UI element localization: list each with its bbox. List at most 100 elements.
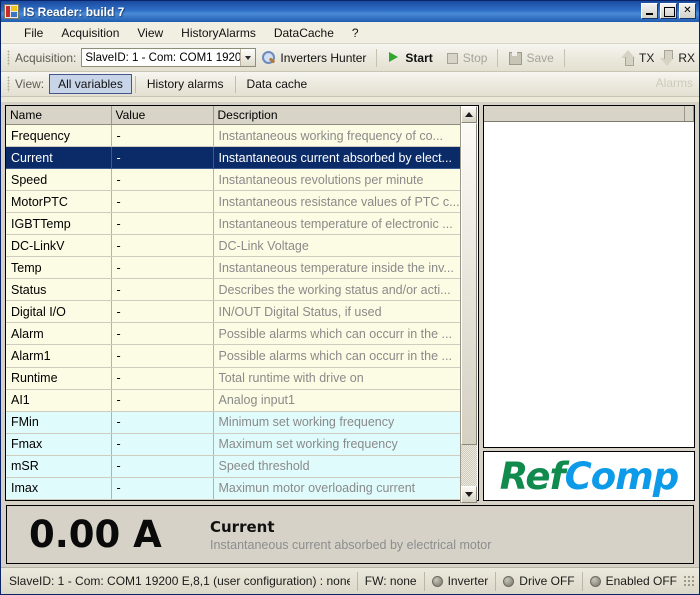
tab-history-alarms[interactable]: History alarms: [139, 74, 232, 94]
right-column: RefComp: [483, 105, 695, 501]
view-separator-2: [234, 75, 236, 93]
detail-list-header: [484, 106, 694, 122]
chevron-down-icon[interactable]: [240, 49, 256, 66]
view-label: View:: [15, 77, 45, 91]
inverters-hunter-button[interactable]: Inverters Hunter: [256, 47, 372, 69]
status-indicator-inverter-label: Inverter: [447, 574, 489, 588]
cell-value: -: [111, 256, 214, 280]
cell-description: Describes the working status and/or acti…: [213, 278, 463, 302]
status-separator-3: [495, 571, 497, 591]
cell-description: Instantaneous temperature inside the inv…: [213, 256, 463, 280]
scroll-up-button[interactable]: [461, 106, 477, 123]
window-title: IS Reader: build 7: [23, 4, 125, 19]
cell-name: DC-LinkV: [6, 234, 112, 258]
tab-history-alarms-label: History alarms: [146, 77, 224, 91]
cell-value: -: [111, 124, 214, 148]
table-row[interactable]: Alarm - Possible alarms which can occurr i…: [6, 322, 463, 346]
menu-item-acquisition[interactable]: Acquisition: [52, 24, 128, 42]
table-row[interactable]: FMin - Minimum set working frequency: [6, 411, 463, 434]
table-row[interactable]: Runtime - Total runtime with drive on: [6, 367, 463, 390]
table-row[interactable]: Status - Describes the working status and/…: [6, 278, 463, 302]
maximize-button[interactable]: [660, 3, 677, 19]
table-row[interactable]: DC-LinkV - DC-Link Voltage: [6, 234, 463, 258]
cell-name: IGBTTemp: [6, 212, 112, 236]
toolbar-grip-icon[interactable]: [7, 49, 10, 66]
start-label: Start: [405, 50, 433, 65]
detail-list-body[interactable]: [484, 122, 694, 447]
readout-panel: 0.00 A Current Instantaneous current abs…: [1, 503, 699, 567]
menu-item-file[interactable]: File: [15, 24, 52, 42]
table-row[interactable]: Fmax - Maximum set working frequency: [6, 433, 463, 456]
start-button[interactable]: Start: [381, 47, 438, 69]
status-separator-2: [423, 571, 425, 591]
stop-label: Stop: [462, 50, 488, 65]
cell-name: Runtime: [6, 367, 112, 390]
status-indicators: FW: none Inverter Drive OFF Enabled OFF: [350, 571, 695, 591]
cell-value: -: [111, 367, 214, 390]
cell-value: -: [111, 234, 214, 258]
menu-item-datacache[interactable]: DataCache: [265, 24, 343, 42]
slave-config-value: SlaveID: 1 - Com: COM1 19200 E,8,1 (: [85, 51, 240, 64]
scrollbar-thumb[interactable]: [461, 123, 477, 445]
status-indicator-enabled-label: Enabled OFF: [605, 574, 677, 588]
close-icon: ✕: [683, 5, 692, 16]
table-row[interactable]: mSR - Speed threshold: [6, 455, 463, 478]
table-row[interactable]: Digital I/O - IN/OUT Digital Status, if us…: [6, 300, 463, 324]
cell-value: -: [111, 389, 214, 412]
table-row[interactable]: Frequency - Instantaneous working frequenc…: [6, 124, 463, 148]
menu-item-historyalarms[interactable]: HistoryAlarms: [172, 24, 265, 42]
scrollbar-track[interactable]: [461, 123, 477, 486]
detail-header-cell-end[interactable]: [685, 106, 694, 121]
cell-name: Alarm1: [6, 344, 112, 368]
save-label: Save: [526, 50, 554, 65]
table-vertical-scrollbar[interactable]: [460, 106, 477, 503]
cell-description: Instantaneous revolutions per minute: [213, 168, 463, 192]
resize-grip-icon[interactable]: [683, 575, 695, 587]
column-header-description[interactable]: Description: [213, 106, 463, 125]
cell-description: Maximun motor overloading current: [213, 477, 463, 500]
table-row[interactable]: IGBTTemp - Instantaneous temperature of el…: [6, 212, 463, 236]
close-button[interactable]: ✕: [679, 3, 696, 19]
alarms-button-disabled[interactable]: Alarms: [656, 76, 693, 90]
cell-name: Frequency: [6, 124, 112, 148]
readout-description: Instantaneous current absorbed by electr…: [210, 537, 492, 552]
refcomp-logo: RefComp: [499, 454, 679, 498]
column-header-value[interactable]: Value: [111, 106, 214, 125]
stop-button[interactable]: Stop: [439, 47, 494, 69]
menu-item-help[interactable]: ?: [343, 24, 368, 42]
table-row[interactable]: Imax - Maximun motor overloading current: [6, 477, 463, 500]
cell-description: Possible alarms which can occurr in the …: [213, 344, 463, 368]
scroll-down-button[interactable]: [461, 486, 477, 503]
cell-name: AI1: [6, 389, 112, 412]
detail-list-panel: [483, 105, 695, 448]
cell-value: -: [111, 146, 214, 170]
column-header-name[interactable]: Name: [6, 106, 112, 125]
minimize-button[interactable]: [641, 3, 658, 19]
menu-item-view[interactable]: View: [128, 24, 172, 42]
view-toolbar-grip-icon[interactable]: [7, 76, 10, 92]
arrow-up-icon: [620, 49, 636, 66]
cell-value: -: [111, 455, 214, 478]
cell-value: -: [111, 278, 214, 302]
tab-data-cache[interactable]: Data cache: [239, 74, 316, 94]
logo-text-ref: Ref: [499, 454, 566, 498]
save-button[interactable]: Save: [502, 47, 559, 69]
detail-header-cell[interactable]: [484, 106, 685, 121]
status-indicator-drive: Drive OFF: [503, 574, 575, 588]
table-row[interactable]: Alarm1- Possible alarms which can occurr …: [6, 344, 463, 368]
tab-data-cache-label: Data cache: [246, 77, 308, 91]
led-drive-icon: [503, 575, 515, 587]
table-row[interactable]: Temp - Instantaneous temperature inside th…: [6, 256, 463, 280]
variables-table: Name Value Description Frequency - Instant…: [6, 106, 463, 500]
tab-all-variables[interactable]: All variables: [49, 74, 132, 94]
table-row[interactable]: Speed - Instantaneous revolutions per minu…: [6, 168, 463, 192]
status-indicator-enabled: Enabled OFF: [589, 574, 677, 588]
table-row[interactable]: Current - Instantaneous current absorbed b…: [6, 146, 463, 170]
table-row[interactable]: MotorPTC - Instantaneous resistance values…: [6, 190, 463, 214]
cell-value: -: [111, 344, 214, 368]
table-row[interactable]: AI1- Analog input1: [6, 389, 463, 412]
cell-name: Alarm: [6, 322, 112, 346]
inverters-hunter-label: Inverters Hunter: [280, 50, 367, 65]
status-separator-1: [356, 571, 358, 591]
slave-config-combobox[interactable]: SlaveID: 1 - Com: COM1 19200 E,8,1 (: [81, 48, 257, 67]
